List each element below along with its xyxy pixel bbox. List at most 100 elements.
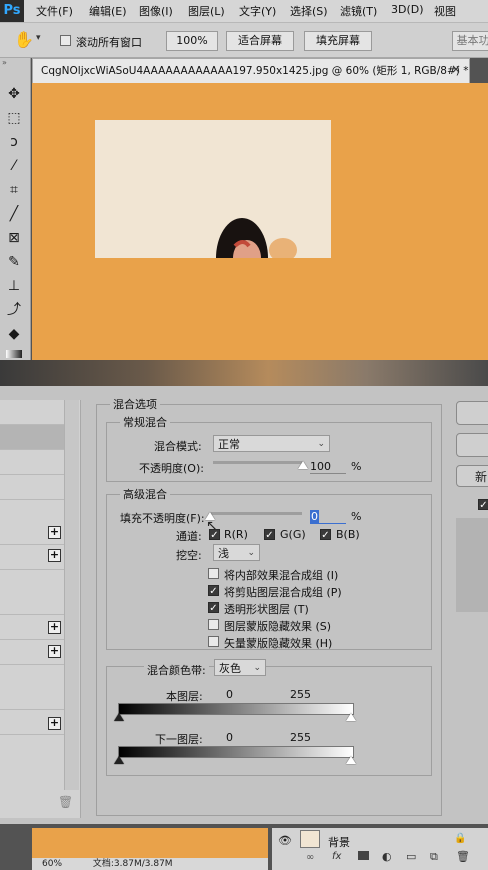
fit-screen-button[interactable]: 适合屏幕	[226, 31, 294, 51]
menu-filter[interactable]: 滤镜(T)	[340, 3, 377, 19]
menu-view[interactable]: 视图	[434, 3, 456, 19]
channel-b-checkbox[interactable]: ✓	[320, 529, 331, 541]
portrait-image	[216, 218, 297, 258]
blend-clipped-layers-label: 将剪贴图层混合成组 (P)	[224, 586, 342, 599]
menu-image[interactable]: 图像(I)	[139, 3, 173, 19]
status-zoom[interactable]: 60%	[32, 859, 62, 869]
layers-panel: 👁 背景 🔒 ∞ fx ◐ ▭ ⧉ 🗑	[272, 828, 488, 870]
underlying-layer-label: 下一图层:	[155, 733, 203, 746]
blend-if-group	[106, 666, 432, 776]
close-icon[interactable]: ×	[451, 62, 461, 76]
this-layer-label: 本图层:	[166, 690, 203, 703]
list-item[interactable]	[0, 400, 64, 425]
menu-layer[interactable]: 图层(L)	[188, 3, 225, 19]
workspace-select[interactable]: 基本功	[452, 31, 488, 51]
fill-opacity-slider[interactable]	[210, 512, 302, 515]
healing-brush-icon[interactable]: ⊠	[4, 228, 24, 248]
new-layer-icon[interactable]: ⧉	[430, 850, 438, 864]
document-tab[interactable]: CqgNOljxcWiASoU4AAAAAAAAAAAA197.950x1425…	[32, 58, 470, 83]
eraser-tool-icon[interactable]: ◆	[4, 324, 24, 344]
folder-icon[interactable]: ▭	[406, 850, 416, 863]
trash-icon[interactable]: 🗑	[456, 850, 470, 863]
eyedropper-icon[interactable]: ╱	[4, 204, 24, 224]
adjustment-icon[interactable]: ◐	[382, 850, 392, 863]
opacity-slider[interactable]	[213, 461, 303, 464]
layer-mask-hides-effects-checkbox[interactable]	[208, 619, 219, 630]
list-item[interactable]	[0, 475, 64, 500]
chevron-down-icon: ⌄	[317, 439, 325, 449]
menu-edit[interactable]: 编辑(E)	[89, 3, 127, 19]
channel-g-label: G(G)	[280, 528, 306, 541]
add-effect-icon[interactable]: +	[48, 526, 61, 539]
fill-opacity-value[interactable]: 0	[310, 510, 346, 524]
magic-wand-icon[interactable]: ⁄	[4, 156, 24, 176]
transparency-shapes-layer-label: 透明形状图层 (T)	[224, 603, 309, 616]
gradient-tool-icon[interactable]	[6, 350, 22, 358]
photo-layer	[95, 120, 331, 258]
cancel-button[interactable]	[456, 433, 488, 457]
add-effect-icon[interactable]: +	[48, 549, 61, 562]
fx-icon[interactable]: fx	[332, 851, 341, 862]
this-layer-white-slider[interactable]	[346, 713, 356, 721]
brush-tool-icon[interactable]: ✎	[4, 252, 24, 272]
add-effect-icon[interactable]: +	[48, 621, 61, 634]
list-item[interactable]	[0, 590, 64, 615]
list-item[interactable]	[0, 450, 64, 475]
hand-tool-icon[interactable]: ✋	[14, 30, 34, 49]
move-tool-icon[interactable]: ✥	[4, 84, 24, 104]
underlying-layer-min: 0	[226, 731, 233, 744]
crop-tool-icon[interactable]: ⌗	[4, 180, 24, 200]
menu-file[interactable]: 文件(F)	[36, 3, 73, 19]
vector-mask-hides-effects-checkbox[interactable]	[208, 636, 219, 647]
knockout-label: 挖空:	[176, 549, 202, 562]
ok-button[interactable]	[456, 401, 488, 425]
blend-interior-effects-checkbox[interactable]	[208, 568, 219, 579]
add-effect-icon[interactable]: +	[48, 645, 61, 658]
opacity-unit: %	[351, 460, 362, 473]
menu-type[interactable]: 文字(Y)	[239, 3, 276, 19]
marquee-tool-icon[interactable]: ⬚	[4, 108, 24, 128]
opacity-slider-thumb[interactable]	[298, 461, 308, 469]
knockout-select[interactable]: 浅 ⌄	[213, 544, 260, 561]
channel-r-checkbox[interactable]: ✓	[209, 529, 220, 541]
layer-thumbnail[interactable]	[300, 830, 320, 848]
trash-icon[interactable]: 🗑	[58, 795, 73, 809]
menu-3d[interactable]: 3D(D)	[391, 3, 424, 16]
this-layer-black-slider[interactable]	[114, 713, 124, 721]
this-layer-gradient-bar	[118, 703, 354, 715]
this-layer-min: 0	[226, 688, 233, 701]
list-item-selected[interactable]	[0, 425, 64, 450]
blend-if-label: 混合颜色带:	[144, 662, 209, 678]
mask-icon[interactable]	[358, 851, 369, 860]
blend-mode-select[interactable]: 正常 ⌄	[213, 435, 330, 452]
blend-clipped-layers-checkbox[interactable]: ✓	[208, 585, 219, 597]
link-icon[interactable]: ∞	[306, 852, 314, 863]
chevron-down-icon: ⌄	[253, 663, 261, 673]
layer-name[interactable]: 背景	[328, 834, 350, 850]
this-layer-max: 255	[290, 688, 311, 701]
list-scrollbar[interactable]	[64, 400, 79, 790]
status-doc-info: 文档:3.87M/3.87M	[92, 859, 173, 869]
zoom-100-button[interactable]: 100%	[166, 31, 218, 51]
transparency-shapes-layer-checkbox[interactable]: ✓	[208, 602, 219, 614]
fill-screen-button[interactable]: 填充屏幕	[304, 31, 372, 51]
opacity-value[interactable]: 100	[310, 460, 346, 474]
add-effect-icon[interactable]: +	[48, 717, 61, 730]
underlying-layer-white-slider[interactable]	[346, 756, 356, 764]
menu-select[interactable]: 选择(S)	[290, 3, 328, 19]
lasso-tool-icon[interactable]: ↄ	[4, 132, 24, 152]
channel-g-checkbox[interactable]: ✓	[264, 529, 275, 541]
new-style-button[interactable]: 新	[456, 465, 488, 487]
general-blending-title: 常规混合	[120, 414, 170, 430]
history-brush-icon[interactable]: ⤴	[4, 300, 24, 320]
list-item[interactable]	[0, 685, 64, 710]
chevron-down-icon[interactable]: ▾	[36, 33, 41, 43]
visibility-eye-icon[interactable]: 👁	[278, 834, 292, 847]
blend-if-select[interactable]: 灰色 ⌄	[214, 659, 266, 676]
preview-checkbox[interactable]: ✓	[478, 499, 488, 511]
stamp-tool-icon[interactable]: ⊥	[4, 276, 24, 296]
collapse-icon[interactable]: »	[2, 58, 7, 67]
underlying-layer-black-slider[interactable]	[114, 756, 124, 764]
scroll-all-windows-checkbox[interactable]	[60, 35, 71, 46]
options-bar: ✋ ▾ 滚动所有窗口 100% 适合屏幕 填充屏幕 基本功	[0, 23, 488, 58]
